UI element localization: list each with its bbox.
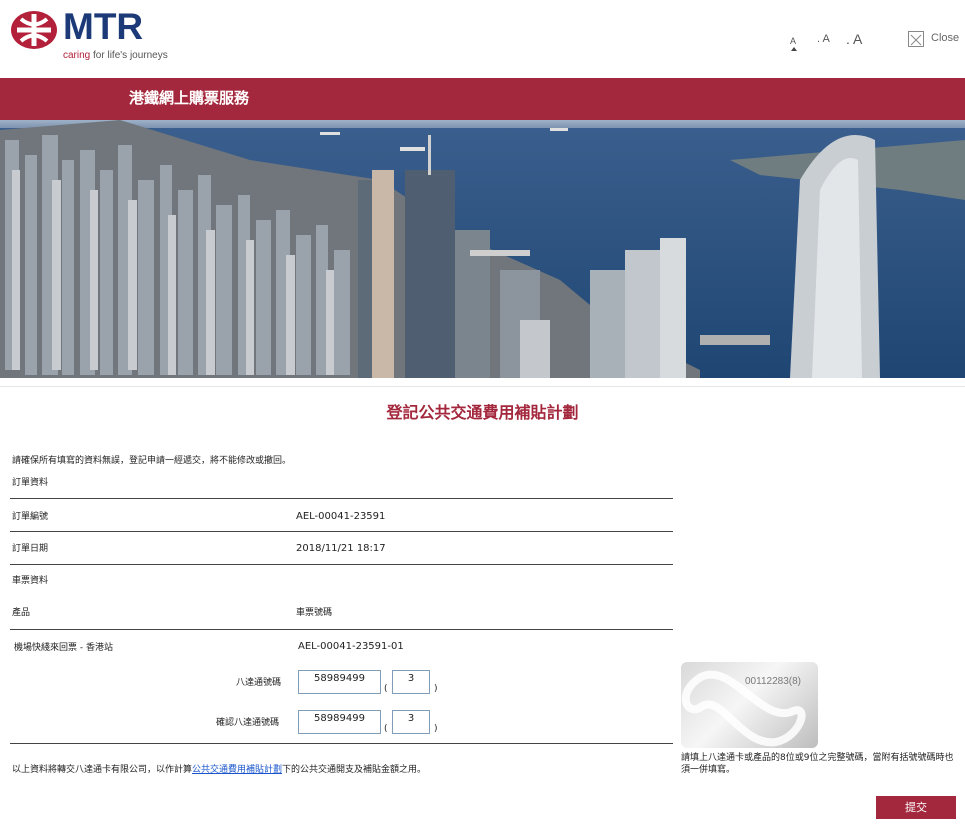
ticket-number-column-header: 車票號碼 <box>296 608 333 618</box>
page-title: 登記公共交通費用補貼計劃 <box>386 403 579 422</box>
product-column-header: 產品 <box>12 608 31 618</box>
product-value: 機場快綫來回票 - 香港站 <box>14 643 113 653</box>
order-section-heading: 訂單資料 <box>12 478 49 488</box>
notice-text: 請確保所有填寫的資料無誤，登記申請一經遞交，將不能修改或撤回。 <box>12 456 292 466</box>
octopus-card-image: 00112283(8) <box>681 662 818 748</box>
submit-button[interactable]: 提交 <box>876 796 956 819</box>
ticket-section-heading: 車票資料 <box>12 576 49 586</box>
octopus-number-label: 八達通號碼 <box>236 678 282 688</box>
card-number-text: 00112283(8) <box>745 676 801 687</box>
close-button[interactable]: Close <box>931 32 959 44</box>
font-size-medium-button[interactable]: . A <box>817 33 830 45</box>
open-paren: ( <box>384 684 388 694</box>
divider <box>10 629 673 630</box>
order-date-label: 訂單日期 <box>12 544 49 554</box>
order-number-value: AEL-00041-23591 <box>296 511 386 522</box>
mtr-logo-icon <box>11 11 57 49</box>
confirm-octopus-number-label: 確認八達通號碼 <box>216 718 280 728</box>
close-paren: ) <box>434 684 438 694</box>
order-number-label: 訂單編號 <box>12 512 49 522</box>
octopus-number-input[interactable]: 58989499 <box>298 670 381 694</box>
open-paren: ( <box>384 724 388 734</box>
hero-image <box>0 120 965 378</box>
divider <box>10 498 673 499</box>
font-size-large-button[interactable]: . A <box>846 31 862 47</box>
octopus-check-digit-input[interactable]: 3 <box>392 670 430 694</box>
service-title: 港鐵網上購票服務 <box>129 89 250 107</box>
font-size-small-button[interactable]: A <box>790 36 796 46</box>
close-icon[interactable] <box>908 31 924 47</box>
close-paren: ) <box>434 724 438 734</box>
form-panel-border <box>0 386 965 387</box>
mtr-logo-text: MTR <box>63 6 144 47</box>
logo-tagline: caring for life's journeys <box>63 50 168 61</box>
confirm-octopus-number-input[interactable]: 58989499 <box>298 710 381 734</box>
consent-text: 以上資料將轉交八達通卡有限公司，以作計算公共交通費用補貼計劃下的公共交通開支及補… <box>12 765 427 775</box>
order-date-value: 2018/11/21 18:17 <box>296 543 386 554</box>
selected-size-indicator-icon <box>791 47 797 51</box>
card-hint-text: 請填上八達通卡或產品的8位或9位之完整號碼，當附有括號號碼時也須一併填寫。 <box>681 753 954 775</box>
divider <box>10 743 673 744</box>
ticket-number-value: AEL-00041-23591-01 <box>298 641 404 652</box>
divider <box>10 531 673 532</box>
subsidy-scheme-link[interactable]: 公共交通費用補貼計劃 <box>192 765 282 775</box>
divider <box>10 564 673 565</box>
confirm-check-digit-input[interactable]: 3 <box>392 710 430 734</box>
